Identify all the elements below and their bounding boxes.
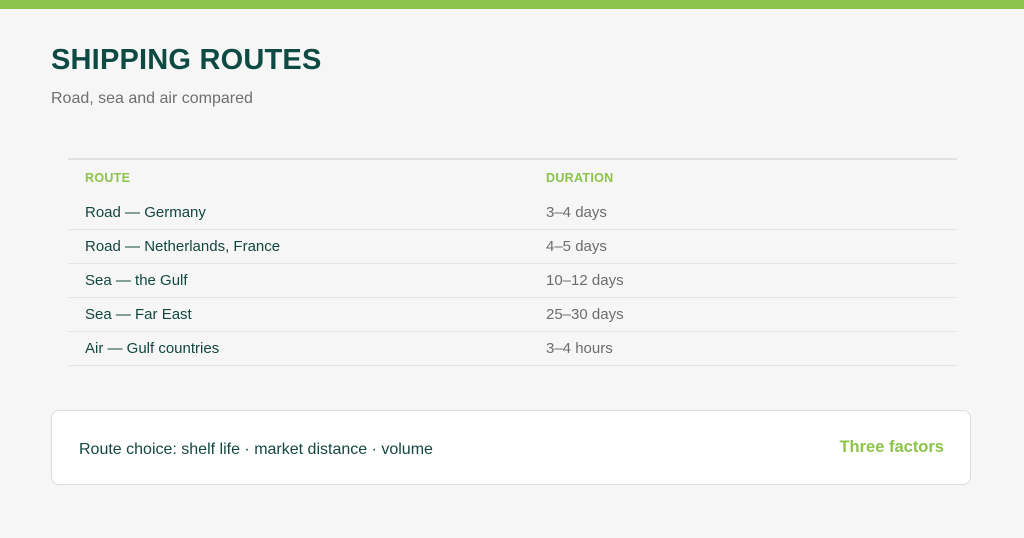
- route-cell: Road — Germany: [68, 196, 529, 230]
- duration-cell: 3–4 days: [529, 196, 957, 230]
- duration-cell: 10–12 days: [529, 263, 957, 298]
- route-cell: Sea — Far East: [68, 297, 529, 332]
- route-factors-text: Route choice: shelf life · market distan…: [79, 441, 433, 458]
- page-subtitle: Road, sea and air compared: [51, 90, 253, 107]
- page-title: SHIPPING ROUTES: [51, 44, 322, 76]
- routes-table: ROUTE DURATION Road — Germany 3–4 days R…: [68, 158, 957, 366]
- column-header-duration: DURATION: [546, 171, 614, 185]
- table-row: Road — Germany 3–4 days: [68, 196, 957, 230]
- top-accent-bar: [0, 0, 1024, 9]
- duration-cell: 25–30 days: [529, 297, 957, 332]
- table-row: Air — Gulf countries 3–4 hours: [68, 331, 957, 366]
- table-row: Sea — Far East 25–30 days: [68, 297, 957, 332]
- route-cell: Sea — the Gulf: [68, 263, 529, 298]
- route-factors-tag: Three factors: [839, 438, 944, 456]
- table-row: Sea — the Gulf 10–12 days: [68, 263, 957, 298]
- table-row: Road — Netherlands, France 4–5 days: [68, 229, 957, 264]
- column-header-route: ROUTE: [85, 171, 131, 185]
- route-factors-card: Route choice: shelf life · market distan…: [51, 410, 971, 485]
- table-header-row: ROUTE DURATION: [68, 159, 957, 196]
- route-cell: Air — Gulf countries: [68, 331, 529, 366]
- duration-cell: 4–5 days: [529, 229, 957, 264]
- duration-cell: 3–4 hours: [529, 331, 957, 366]
- route-cell: Road — Netherlands, France: [68, 229, 529, 264]
